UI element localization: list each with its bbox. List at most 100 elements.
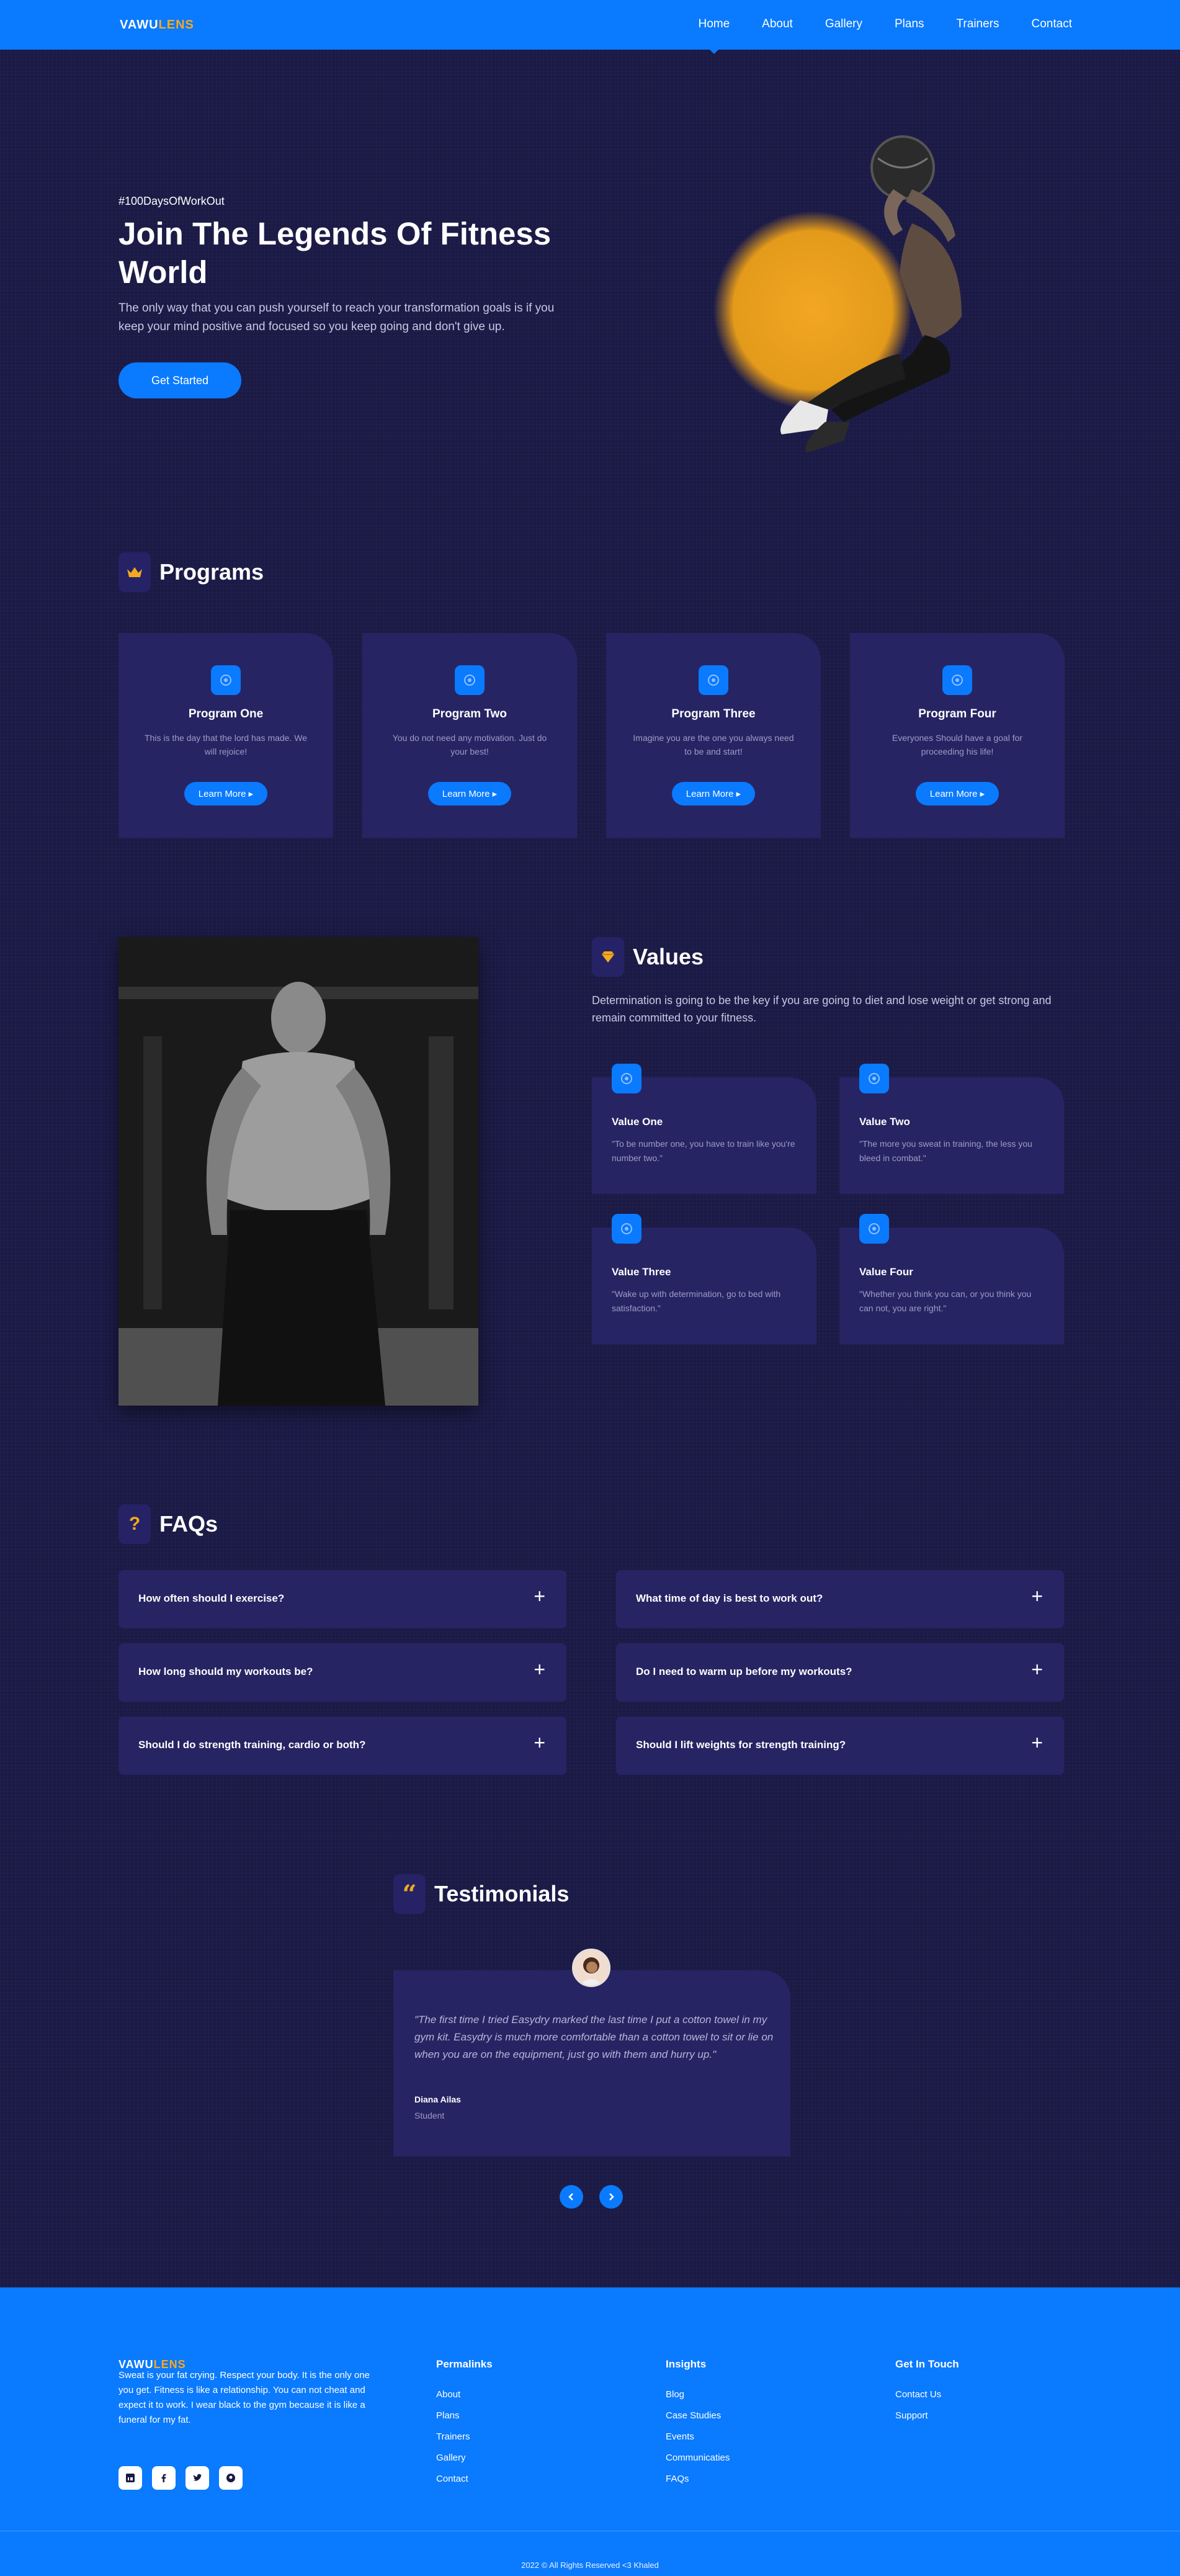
nav-gallery[interactable]: Gallery: [825, 17, 862, 31]
hero-athlete-image: [713, 135, 962, 453]
footer: VAWULENS Sweat is your fat crying. Respe…: [0, 2287, 1180, 2576]
footer-link-contact-us[interactable]: Contact Us: [895, 2389, 959, 2400]
diamond-icon: [592, 937, 624, 977]
program-title: Program One: [188, 707, 264, 720]
learn-more-label: Learn More: [442, 788, 490, 799]
faq-item[interactable]: Do I need to warm up before my workouts?…: [616, 1643, 1064, 1702]
learn-more-button[interactable]: Learn More ▸: [184, 782, 267, 806]
logo[interactable]: VAWULENS: [120, 18, 194, 32]
facebook-icon[interactable]: [152, 2466, 176, 2490]
faq-question: Should I do strength training, cardio or…: [138, 1739, 366, 1751]
footer-link-case-studies[interactable]: Case Studies: [666, 2410, 730, 2421]
linkedin-icon[interactable]: [118, 2466, 142, 2490]
faq-item[interactable]: Should I lift weights for strength train…: [616, 1717, 1064, 1775]
values-photo: [118, 937, 478, 1406]
footer-link-events[interactable]: Events: [666, 2431, 730, 2442]
footer-link-plans[interactable]: Plans: [436, 2410, 493, 2421]
value-card: Value One "To be number one, you have to…: [592, 1064, 816, 1194]
pinterest-icon[interactable]: [219, 2466, 243, 2490]
faq-item[interactable]: What time of day is best to work out? +: [616, 1570, 1064, 1628]
nav-home[interactable]: Home: [698, 17, 730, 54]
learn-more-button[interactable]: Learn More ▸: [428, 782, 511, 806]
next-arrow-button[interactable]: [599, 2185, 623, 2209]
faq-question: What time of day is best to work out?: [636, 1592, 823, 1604]
plus-icon: +: [1031, 1585, 1043, 1607]
value-title: Value One: [612, 1116, 663, 1128]
value-card: Value Four "Whether you think you can, o…: [839, 1214, 1064, 1344]
footer-about: Sweat is your fat crying. Respect your b…: [118, 2370, 370, 2425]
hero-tag: #100DaysOfWorkOut: [118, 195, 225, 207]
nav-contact[interactable]: Contact: [1032, 17, 1072, 31]
gear-icon: [455, 665, 485, 695]
footer-link-trainers[interactable]: Trainers: [436, 2431, 493, 2442]
learn-more-label: Learn More: [929, 788, 978, 799]
gear-icon: [612, 1064, 641, 1093]
gear-icon: [942, 665, 972, 695]
footer-link-about[interactable]: About: [436, 2389, 493, 2400]
faq-item[interactable]: How often should I exercise? +: [118, 1570, 566, 1628]
learn-more-button[interactable]: Learn More ▸: [916, 782, 999, 806]
learn-more-label: Learn More: [686, 788, 734, 799]
footer-col-title: Insights: [666, 2358, 707, 2370]
program-title: Program Three: [671, 707, 756, 720]
twitter-icon[interactable]: [185, 2466, 209, 2490]
gear-icon: [859, 1064, 889, 1093]
footer-link-communicaties[interactable]: Communicaties: [666, 2453, 730, 2463]
program-card: Program Two You do not need any motivati…: [362, 633, 577, 838]
footer-link-contact[interactable]: Contact: [436, 2474, 493, 2484]
nav-about[interactable]: About: [762, 17, 793, 31]
value-card: Value Two "The more you sweat in trainin…: [839, 1064, 1064, 1194]
footer-col-title: Permalinks: [436, 2358, 493, 2370]
testimonial-card: "The first time I tried Easydry marked t…: [393, 1970, 790, 2156]
get-started-button[interactable]: Get Started: [118, 362, 241, 398]
faqs-heading: ? FAQs: [118, 1504, 218, 1544]
faq-item[interactable]: How long should my workouts be? +: [118, 1643, 566, 1702]
footer-get-in-touch: Get In Touch Contact Us Support: [895, 2358, 959, 2431]
nav-links: Home About Gallery Plans Trainers Contac…: [666, 17, 1072, 54]
testimonial-role: Student: [414, 2111, 445, 2120]
value-text: "Wake up with determination, go to bed w…: [612, 1289, 781, 1313]
value-title: Value Three: [612, 1266, 671, 1278]
footer-link-gallery[interactable]: Gallery: [436, 2453, 493, 2463]
gear-icon: [699, 665, 728, 695]
nav-plans[interactable]: Plans: [895, 17, 924, 31]
gear-icon: [859, 1214, 889, 1244]
learn-more-button[interactable]: Learn More ▸: [672, 782, 755, 806]
value-text: "Whether you think you can, or you think…: [859, 1289, 1032, 1313]
crown-icon: [118, 552, 151, 592]
caret-right-icon: ▸: [492, 789, 498, 799]
program-title: Program Two: [432, 707, 507, 720]
plus-icon: +: [534, 1731, 545, 1754]
faq-question: Do I need to warm up before my workouts?: [636, 1666, 852, 1677]
nav-trainers[interactable]: Trainers: [957, 17, 999, 31]
plus-icon: +: [1031, 1731, 1043, 1754]
program-title: Program Four: [918, 707, 996, 720]
footer-link-support[interactable]: Support: [895, 2410, 959, 2421]
hero-title: Join The Legends Of Fitness World: [118, 216, 552, 290]
chevron-right-icon: [609, 2193, 614, 2201]
plus-icon: +: [534, 1658, 545, 1681]
testimonials-heading: “ Testimonials: [393, 1874, 569, 1914]
gear-icon: [211, 665, 241, 695]
program-text: Imagine you are the one you always need …: [633, 733, 794, 756]
program-text: You do not need any motivation. Just do …: [392, 733, 547, 756]
footer-insights: Insights Blog Case Studies Events Commun…: [666, 2358, 730, 2495]
value-text: "The more you sweat in training, the les…: [859, 1139, 1032, 1163]
program-card: Program Four Everyones Should have a goa…: [850, 633, 1065, 838]
footer-link-blog[interactable]: Blog: [666, 2389, 730, 2400]
prev-arrow-button[interactable]: [560, 2185, 583, 2209]
footer-link-faqs[interactable]: FAQs: [666, 2474, 730, 2484]
program-text: This is the day that the lord has made. …: [145, 733, 307, 756]
value-card: Value Three "Wake up with determination,…: [592, 1214, 816, 1344]
logo-accent: LENS: [158, 18, 194, 32]
faq-item[interactable]: Should I do strength training, cardio or…: [118, 1717, 566, 1775]
program-card: Program Three Imagine you are the one yo…: [606, 633, 821, 838]
testimonial-quote: "The first time I tried Easydry marked t…: [414, 2014, 774, 2060]
question-icon: ?: [118, 1504, 151, 1544]
testimonials-title: Testimonials: [434, 1881, 570, 1906]
footer-col-title: Get In Touch: [895, 2358, 959, 2370]
value-title: Value Four: [859, 1266, 913, 1278]
plus-icon: +: [1031, 1658, 1043, 1681]
values-text: Determination is going to be the key if …: [592, 994, 1052, 1024]
quote-icon: “: [393, 1874, 426, 1914]
